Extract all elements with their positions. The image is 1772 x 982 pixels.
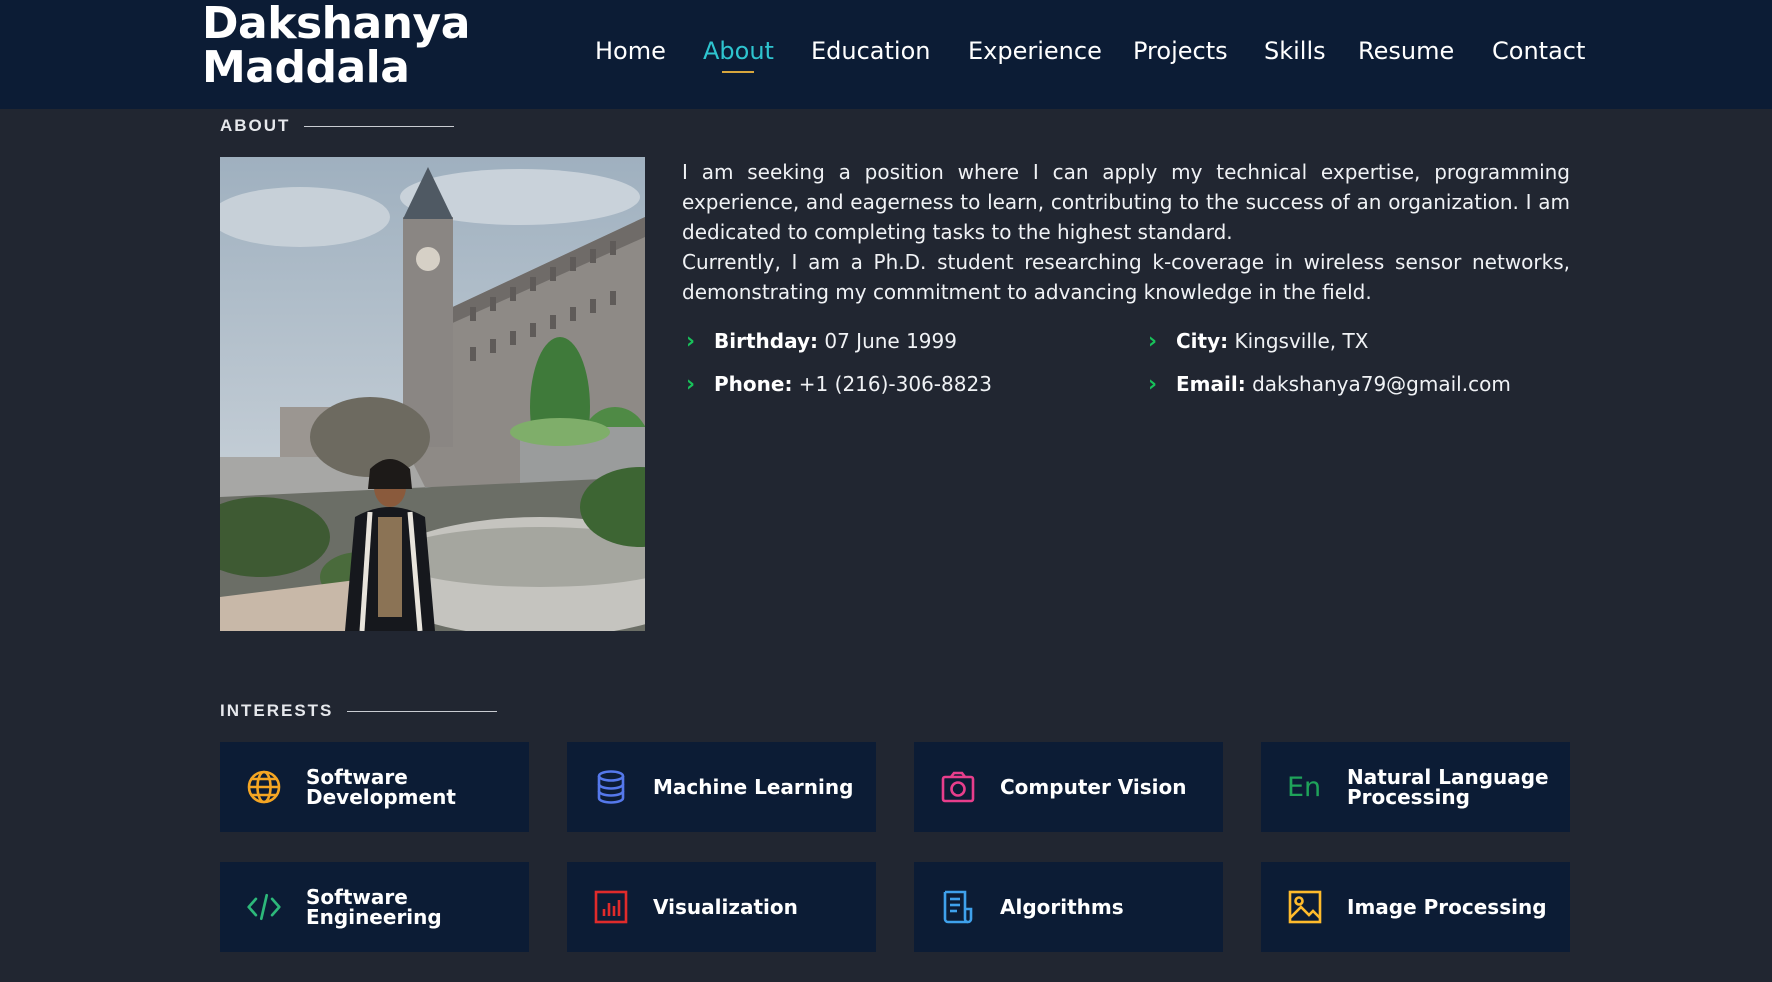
about-paragraph-2: Currently, I am a Ph.D. student research… (682, 250, 1570, 304)
chevron-right-icon: › (1148, 329, 1158, 354)
interest-card-computer-vision[interactable]: Computer Vision (914, 742, 1223, 832)
about-section-title: ABOUT (220, 116, 455, 136)
interest-card-machine-learning[interactable]: Machine Learning (567, 742, 876, 832)
language-icon: En (1287, 769, 1323, 805)
nav-education[interactable]: Education (811, 34, 930, 68)
bar-chart-icon (593, 889, 629, 925)
nav-about[interactable]: About (703, 34, 774, 73)
info-city: › City: Kingsville, TX (1148, 326, 1368, 357)
info-phone: › Phone: +1 (216)-306-8823 (686, 369, 992, 400)
svg-text:En: En (1287, 772, 1321, 803)
interests-title-rule (347, 710, 498, 712)
interest-card-image-processing[interactable]: Image Processing (1261, 862, 1570, 952)
about-title-rule (304, 125, 455, 127)
document-list-icon (940, 889, 976, 925)
chevron-right-icon: › (686, 329, 696, 354)
interests-title-text: INTERESTS (220, 701, 334, 720)
site-header: Dakshanya Maddala Home About Education E… (0, 0, 1772, 109)
birthday-value: 07 June 1999 (824, 329, 957, 353)
nav-home[interactable]: Home (595, 34, 666, 68)
nav-experience[interactable]: Experience (968, 34, 1102, 68)
interest-card-software-development[interactable]: Software Development (220, 742, 529, 832)
birthday-label: Birthday: (714, 329, 818, 353)
interest-label: Image Processing (1347, 895, 1547, 919)
about-paragraph-1: I am seeking a position where I can appl… (682, 160, 1570, 244)
interest-card-software-engineering[interactable]: Software Engineering (220, 862, 529, 952)
about-title-text: ABOUT (220, 116, 291, 135)
nav-resume[interactable]: Resume (1358, 34, 1454, 68)
email-label: Email: (1176, 372, 1246, 396)
phone-label: Phone: (714, 372, 793, 396)
interest-label: Computer Vision (1000, 775, 1187, 799)
main-nav: Home About Education Experience Projects… (0, 34, 1772, 78)
interest-label: Software Development (306, 765, 456, 809)
interest-label: Natural Language Processing (1347, 765, 1549, 809)
chevron-right-icon: › (686, 372, 696, 397)
interest-label: Algorithms (1000, 895, 1124, 919)
interest-label: Software Engineering (306, 885, 442, 929)
image-icon (1287, 889, 1323, 925)
interests-section-title: INTERESTS (220, 701, 498, 721)
nav-contact[interactable]: Contact (1492, 34, 1585, 68)
code-icon (246, 889, 282, 925)
interest-label: Visualization (653, 895, 798, 919)
interest-card-visualization[interactable]: Visualization (567, 862, 876, 952)
info-birthday: › Birthday: 07 June 1999 (686, 326, 957, 357)
city-value: Kingsville, TX (1234, 329, 1369, 353)
interest-label: Machine Learning (653, 775, 854, 799)
profile-photo (220, 157, 645, 631)
chevron-right-icon: › (1148, 372, 1158, 397)
globe-icon (246, 769, 282, 805)
city-label: City: (1176, 329, 1229, 353)
interest-card-natural-language-processing[interactable]: En Natural Language Processing (1261, 742, 1570, 832)
phone-value: +1 (216)-306-8823 (798, 372, 992, 396)
nav-skills[interactable]: Skills (1264, 34, 1326, 68)
about-description: I am seeking a position where I can appl… (682, 157, 1570, 307)
camera-icon (940, 769, 976, 805)
email-value: dakshanya79@gmail.com (1252, 372, 1511, 396)
interest-card-algorithms[interactable]: Algorithms (914, 862, 1223, 952)
nav-projects[interactable]: Projects (1133, 34, 1228, 68)
database-icon (593, 769, 629, 805)
info-email: › Email: dakshanya79@gmail.com (1148, 369, 1511, 400)
